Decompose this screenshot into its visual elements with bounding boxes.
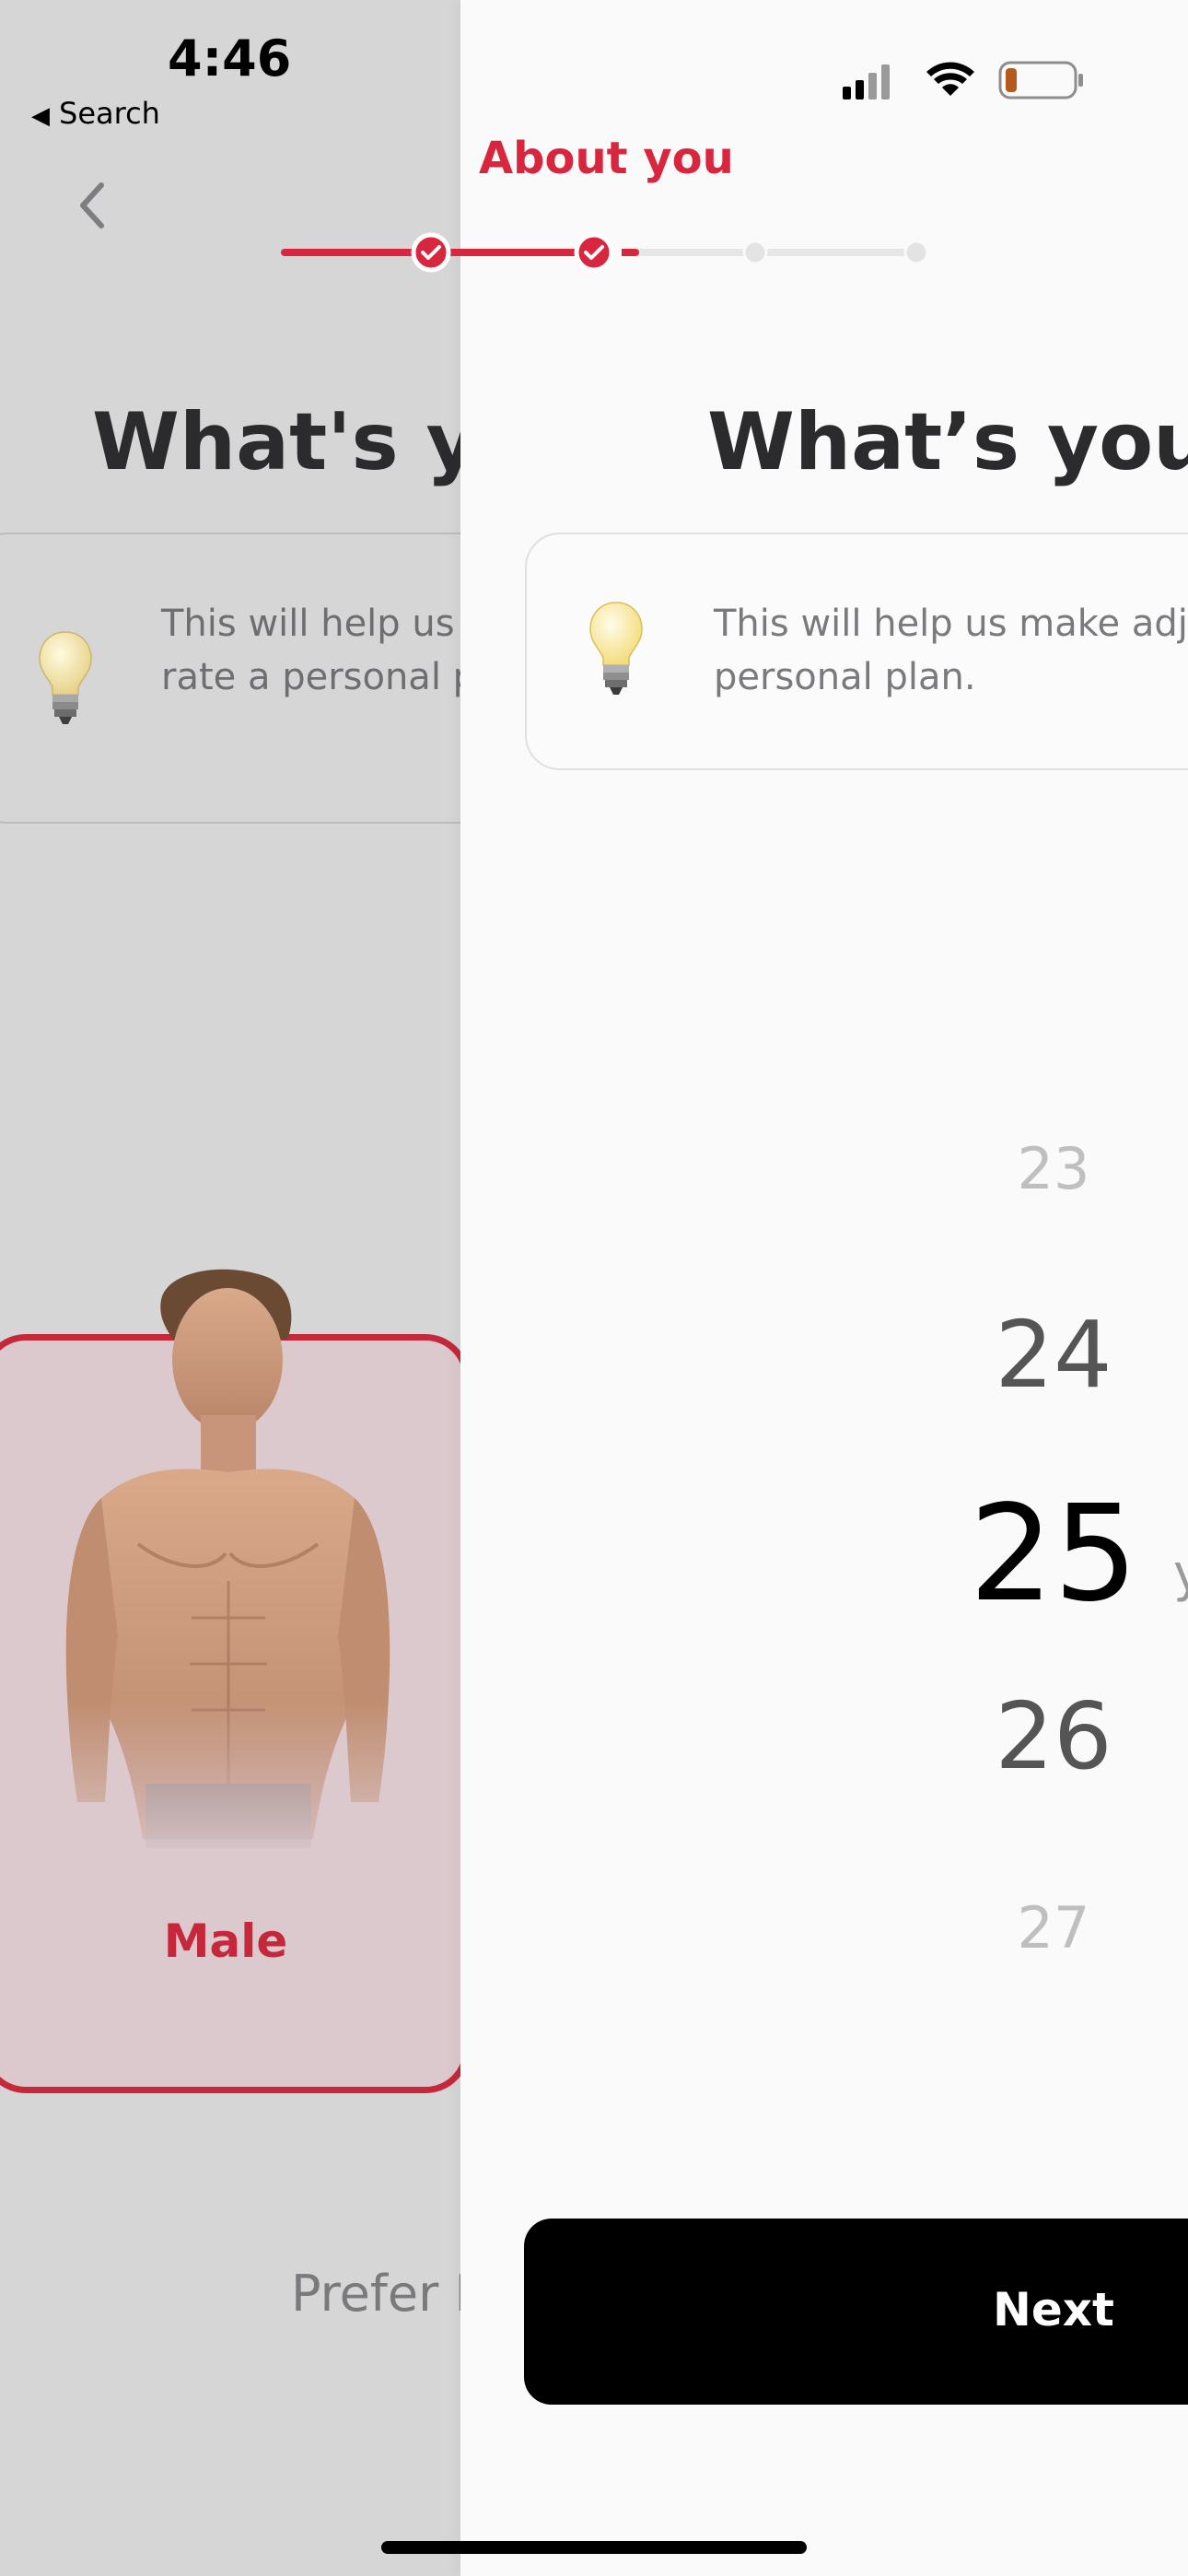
signal-wifi-battery-icon [843,61,1083,100]
tip-text: This will help us make adj personal plan… [714,603,1188,698]
lightbulb-icon [37,630,94,730]
age-option[interactable]: 23 [915,1135,1188,1202]
back-triangle-icon: ◀ [31,102,50,130]
previous-question-title: What's yo [92,396,460,488]
back-app-label: Search [59,96,160,131]
lightbulb-icon [588,601,645,700]
home-indicator[interactable] [381,2541,807,2554]
status-time: 4:46 [168,29,292,88]
age-option-selected[interactable]: 25 [915,1476,1188,1631]
current-screen [460,0,1188,2576]
prefer-not-to-say-link[interactable]: Prefer I [291,2265,460,2323]
age-option[interactable]: 24 [915,1301,1188,1409]
male-figure-image [37,1268,424,1879]
chevron-left-icon[interactable] [74,180,111,235]
check-icon [411,232,451,273]
back-to-search-link[interactable]: ◀ Search [31,96,160,131]
age-option[interactable]: 26 [915,1682,1188,1790]
status-icons [838,53,1087,109]
age-unit-label: y [1173,1544,1188,1604]
app-root: What's yo This will help us metabolic ra… [0,0,1188,2576]
gender-option-label: Male [163,1914,288,1968]
check-icon [574,232,614,273]
previous-tip-text: This will help us metabolic rate a perso… [161,603,460,698]
age-option[interactable]: 27 [915,1894,1188,1961]
next-button[interactable] [524,2219,1188,2405]
progress-stepper [281,230,935,278]
previous-screen: What's yo This will help us metabolic ra… [0,0,460,2576]
question-title: What’s your [707,396,1188,488]
header-title: About you [479,133,734,184]
